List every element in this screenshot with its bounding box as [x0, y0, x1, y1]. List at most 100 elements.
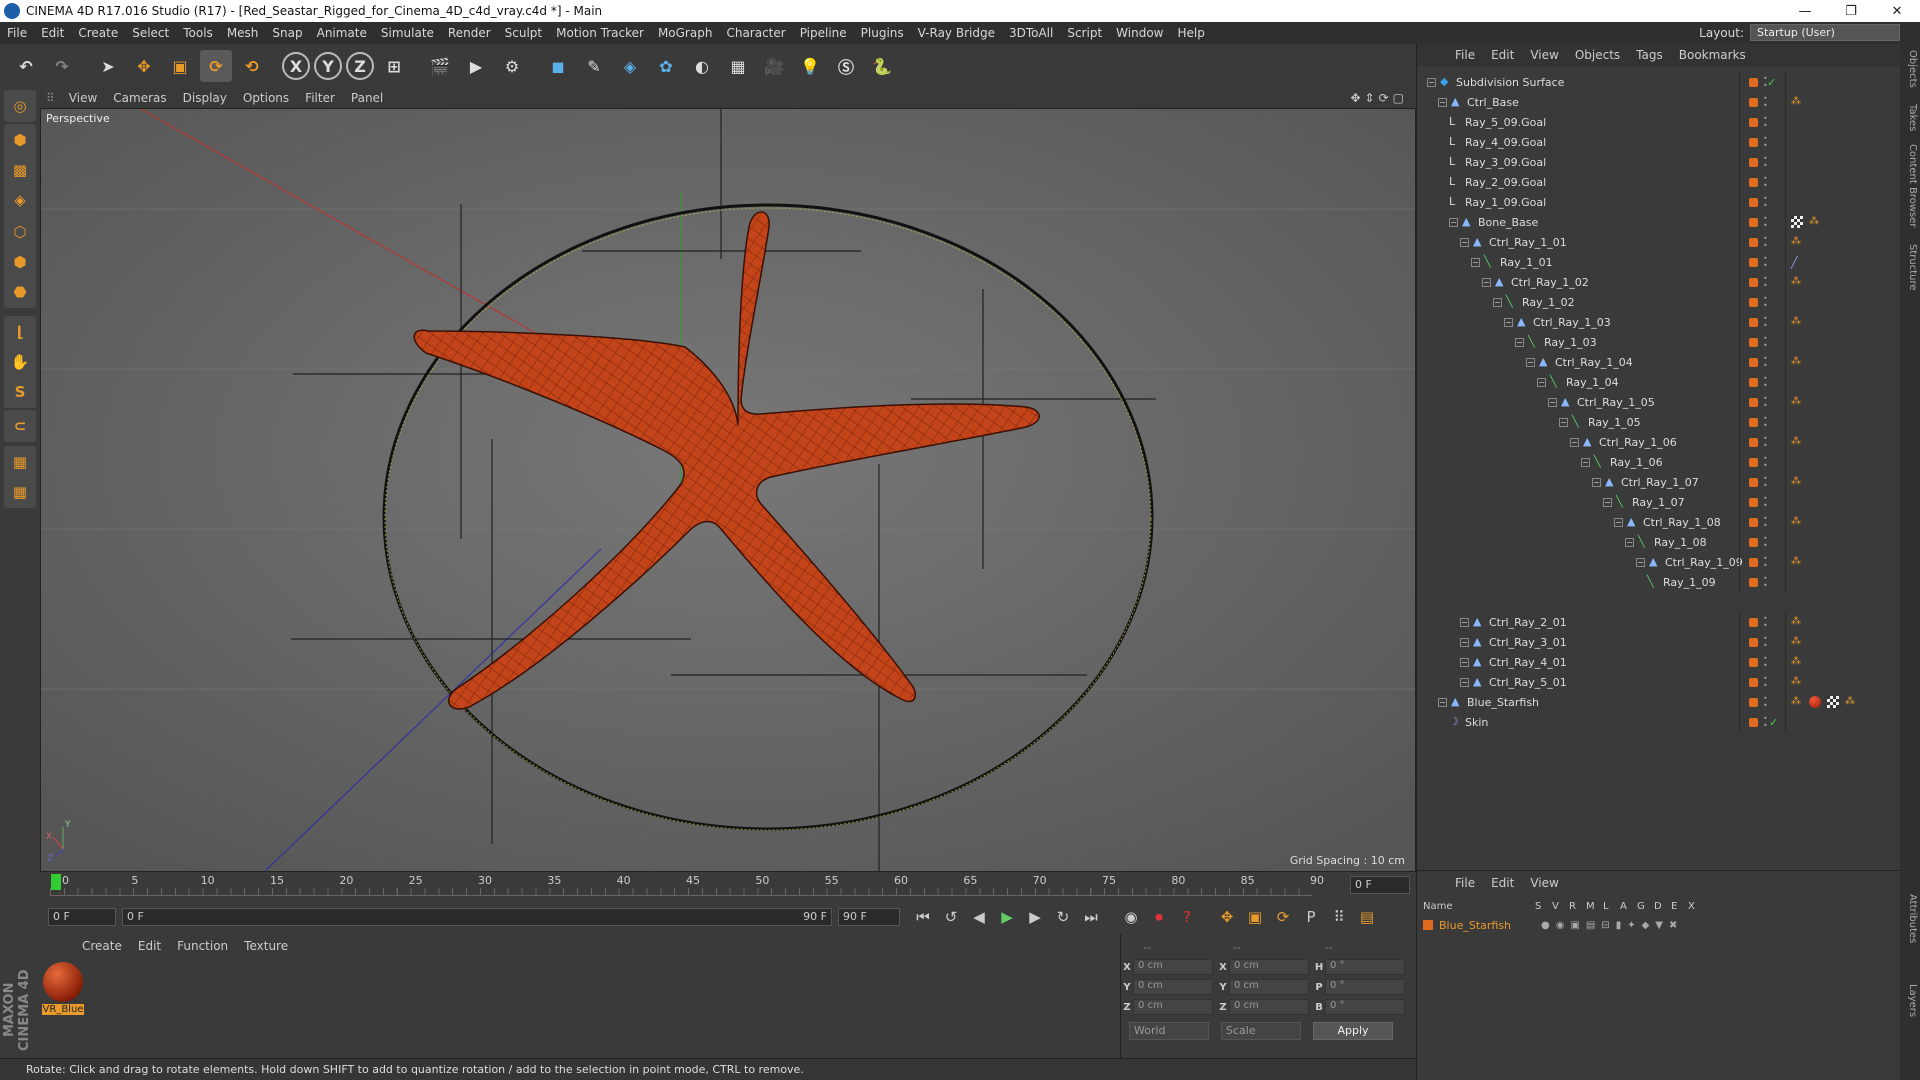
expand-toggle-icon[interactable]: − — [1449, 217, 1458, 227]
layer-color-icon[interactable] — [1749, 638, 1758, 647]
coord-value-field[interactable]: 0 cm — [1229, 999, 1309, 1015]
visibility-dots-icon[interactable]: • • — [1763, 615, 1768, 630]
ik-tag-icon[interactable]: ⁂ — [1791, 696, 1803, 708]
polygons-mode-icon[interactable]: ⬣ — [4, 276, 36, 308]
axis-z-icon[interactable]: Z — [346, 52, 374, 80]
make-editable-icon[interactable]: ◎ — [4, 90, 36, 122]
snap-mode-icon[interactable]: ⊂ — [4, 410, 36, 442]
playhead[interactable] — [51, 874, 61, 890]
visibility-dots-icon[interactable]: • • — [1763, 635, 1768, 650]
render-picture-icon[interactable]: ▶ — [460, 50, 492, 82]
expand-toggle-icon[interactable]: − — [1438, 697, 1447, 707]
side-tab-objects[interactable]: Objects — [1902, 50, 1918, 88]
expand-toggle-icon[interactable]: − — [1537, 377, 1546, 387]
deformer-icon[interactable]: ◐ — [686, 50, 718, 82]
layer-column-m[interactable]: M — [1586, 901, 1603, 915]
object-menu-edit[interactable]: Edit — [1483, 48, 1522, 62]
layer-color-icon[interactable] — [1749, 78, 1758, 87]
layer-menu-file[interactable]: File — [1447, 876, 1483, 890]
object-row[interactable]: − ▲ Ctrl_Ray_1_03 • • ⁂ — [1417, 312, 1901, 332]
object-row[interactable]: L Ray_5_09.Goal • • — [1417, 112, 1901, 132]
layer-color-icon[interactable] — [1749, 538, 1758, 547]
object-menu-view[interactable]: View — [1522, 48, 1566, 62]
layer-color-icon[interactable] — [1749, 458, 1758, 467]
expand-toggle-icon[interactable]: − — [1592, 477, 1601, 487]
panel-grip-icon[interactable]: ⠿ — [40, 91, 61, 105]
world-coords-icon[interactable]: ⊞ — [378, 50, 410, 82]
object-row[interactable]: L Ray_3_09.Goal • • — [1417, 152, 1901, 172]
object-row[interactable]: − ▲ Ctrl_Ray_1_05 • • ⁂ — [1417, 392, 1901, 412]
menu-motion-tracker[interactable]: Motion Tracker — [549, 26, 651, 40]
ik-tag-icon[interactable]: ⁂ — [1791, 656, 1803, 668]
object-row[interactable]: − ▲ Bone_Base • • ⁂ — [1417, 212, 1901, 232]
visibility-dots-icon[interactable]: • • — [1763, 475, 1768, 490]
layer-column-name[interactable]: Name — [1423, 901, 1535, 915]
material-menu-create[interactable]: Create — [74, 939, 130, 953]
expand-toggle-icon[interactable]: − — [1581, 457, 1590, 467]
visibility-dots-icon[interactable]: • • — [1763, 375, 1768, 390]
current-frame-field[interactable]: 0 F — [1350, 876, 1410, 894]
material-menu-texture[interactable]: Texture — [236, 939, 296, 953]
prev-frame-icon[interactable]: ◀ — [966, 904, 992, 930]
layer-color-icon[interactable] — [1749, 278, 1758, 287]
expand-toggle-icon[interactable]: − — [1482, 277, 1491, 287]
key-rotation-icon[interactable]: ⟳ — [1270, 904, 1296, 930]
side-tab-takes[interactable]: Takes — [1902, 104, 1918, 131]
layer-color-icon[interactable] — [1749, 218, 1758, 227]
axis-mode-icon[interactable]: ⌊ — [4, 316, 36, 348]
object-row[interactable]: − ╲ Ray_1_02 • • — [1417, 292, 1901, 312]
object-row[interactable]: − ▲ Ctrl_Ray_3_01 • • ⁂ — [1417, 632, 1901, 652]
workplane-icon[interactable]: ◈ — [4, 184, 36, 216]
visibility-dots-icon[interactable]: • • — [1763, 255, 1768, 270]
select-arrow-icon[interactable]: ➤ — [92, 50, 124, 82]
object-row[interactable]: ╲ Ray_1_09 • • — [1417, 572, 1901, 592]
python-icon[interactable]: 🐍 — [866, 50, 898, 82]
light-icon[interactable]: 💡 — [794, 50, 826, 82]
object-row[interactable]: − ▲ Ctrl_Ray_1_09 • • ⁂ — [1417, 552, 1901, 572]
camera-icon[interactable]: 🎥 — [758, 50, 790, 82]
viewport-perspective[interactable]: Y X Z Perspective Grid Spacing : 10 cm — [40, 108, 1416, 872]
object-row[interactable]: − ▲ Ctrl_Ray_1_01 • • ⁂ — [1417, 232, 1901, 252]
coord-value-field[interactable]: 0 ° — [1325, 999, 1405, 1015]
layer-color-icon[interactable] — [1749, 338, 1758, 347]
visibility-dots-icon[interactable]: • • — [1763, 215, 1768, 230]
object-row[interactable]: − ╲ Ray_1_08 • • — [1417, 532, 1901, 552]
expand-toggle-icon[interactable]: − — [1515, 337, 1524, 347]
layer-toggle-icons[interactable]: ●◉▣▤⊟▮✦◆▼✖ — [1541, 920, 1683, 931]
expand-toggle-icon[interactable]: − — [1526, 357, 1535, 367]
layer-row[interactable]: Blue_Starfish ●◉▣▤⊟▮✦◆▼✖ — [1423, 917, 1893, 933]
goto-start-icon[interactable]: ⏮ — [910, 904, 936, 930]
viewport-menu-filter[interactable]: Filter — [297, 91, 343, 105]
expand-toggle-icon[interactable]: − — [1427, 77, 1436, 87]
next-key-icon[interactable]: ↻ — [1050, 904, 1076, 930]
key-scale-icon[interactable]: ▣ — [1242, 904, 1268, 930]
visibility-dots-icon[interactable]: • • — [1763, 315, 1768, 330]
ik-tag-icon[interactable]: ⁂ — [1791, 436, 1803, 448]
layer-color-icon[interactable] — [1749, 198, 1758, 207]
object-row[interactable]: − ╲ Ray_1_06 • • — [1417, 452, 1901, 472]
visibility-dots-icon[interactable]: • • — [1763, 715, 1768, 730]
coord-value-field[interactable]: 0 cm — [1229, 979, 1309, 995]
material-menu-function[interactable]: Function — [169, 939, 236, 953]
prev-key-icon[interactable]: ↺ — [938, 904, 964, 930]
layer-color-icon[interactable] — [1749, 518, 1758, 527]
visibility-dots-icon[interactable]: • • — [1763, 295, 1768, 310]
side-tab-attributes[interactable]: Attributes — [1902, 894, 1918, 943]
object-row[interactable]: − ▲ Ctrl_Ray_2_01 • • ⁂ — [1417, 612, 1901, 632]
layer-color-icon[interactable] — [1749, 318, 1758, 327]
menu-snap[interactable]: Snap — [265, 26, 309, 40]
next-frame-icon[interactable]: ▶ — [1022, 904, 1048, 930]
play-icon[interactable]: ▶ — [994, 904, 1020, 930]
expand-toggle-icon[interactable]: − — [1504, 317, 1513, 327]
expand-toggle-icon[interactable]: − — [1614, 517, 1623, 527]
frame-range-slider[interactable]: 0 F 90 F — [122, 908, 832, 926]
coord-mode-select[interactable]: Scale — [1221, 1022, 1301, 1040]
expand-toggle-icon[interactable]: − — [1438, 97, 1447, 107]
ik-tag-icon[interactable]: ⁂ — [1809, 216, 1821, 228]
expand-toggle-icon[interactable]: − — [1603, 497, 1612, 507]
visibility-dots-icon[interactable]: • • — [1763, 515, 1768, 530]
menu-render[interactable]: Render — [441, 26, 498, 40]
viewport-menu-options[interactable]: Options — [235, 91, 297, 105]
layer-color-icon[interactable] — [1749, 378, 1758, 387]
object-row[interactable]: − ▲ Ctrl_Ray_1_02 • • ⁂ — [1417, 272, 1901, 292]
